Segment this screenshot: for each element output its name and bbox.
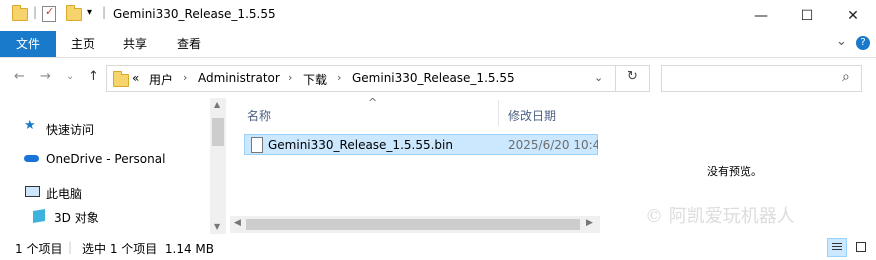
recent-locations-button[interactable]: ⌄ — [66, 71, 74, 82]
title-bar: | ✓ ▾ | Gemini330_Release_1.5.55 — ☐ ✕ — [0, 0, 876, 31]
cube-icon — [33, 208, 45, 224]
tab-file[interactable]: 文件 — [0, 31, 56, 57]
file-icon — [251, 137, 263, 153]
minimize-button[interactable]: — — [738, 0, 784, 31]
scroll-left-icon[interactable]: ◀ — [234, 218, 241, 228]
table-row[interactable]: Gemini330_Release_1.5.55.bin 2025/6/20 1… — [244, 134, 598, 155]
close-button[interactable]: ✕ — [830, 0, 876, 31]
help-icon[interactable]: ? — [856, 36, 870, 50]
toolbar-divider: | — [33, 5, 38, 19]
forward-button[interactable]: → — [40, 69, 51, 84]
nav-item-label: 快速访问 — [46, 123, 95, 137]
search-input[interactable]: ⌕ — [661, 65, 862, 92]
selection-info: 选中 1 个项目 1.14 MB — [82, 242, 215, 256]
file-date: 2025/6/20 10:40 — [508, 138, 598, 152]
large-icons-view-button[interactable] — [852, 238, 872, 257]
navigation-bar: ← → ⌄ ↑ « 用户 › Administrator › 下载 › Gemi… — [0, 58, 876, 98]
column-header-date[interactable]: 修改日期 — [508, 107, 556, 124]
address-bar[interactable]: « 用户 › Administrator › 下载 › Gemini330_Re… — [106, 65, 650, 92]
horizontal-scrollbar[interactable]: ◀ ▶ — [230, 216, 600, 233]
breadcrumb-users[interactable]: 用户 — [149, 71, 173, 88]
scroll-right-icon[interactable]: ▶ — [586, 218, 593, 228]
scroll-up-icon[interactable]: ▲ — [214, 100, 220, 109]
preview-pane: 没有预览。 © 阿凯爱玩机器人 — [600, 98, 876, 234]
tab-view[interactable]: 查看 — [166, 31, 212, 57]
scrollbar-thumb[interactable] — [212, 118, 224, 146]
window-title: Gemini330_Release_1.5.55 — [113, 7, 276, 21]
sort-ascending-icon: ^ — [368, 96, 378, 109]
ribbon-tabs: 文件 主页 共享 查看 ⌄ ? — [0, 31, 876, 58]
maximize-button[interactable]: ☐ — [784, 0, 830, 31]
status-divider: | — [68, 240, 73, 254]
column-divider[interactable] — [498, 100, 499, 126]
file-name: Gemini330_Release_1.5.55.bin — [268, 138, 453, 152]
nav-item-label: 此电脑 — [46, 187, 83, 201]
breadcrumb-downloads[interactable]: 下载 — [303, 71, 327, 88]
scrollbar-thumb[interactable] — [246, 219, 580, 230]
cloud-icon — [24, 155, 39, 162]
file-list: ^ 名称 修改日期 Gemini330_Release_1.5.55.bin 2… — [230, 96, 600, 234]
breadcrumb-overflow[interactable]: « — [132, 71, 139, 85]
toolbar-divider: | — [102, 5, 107, 19]
breadcrumb-separator[interactable]: › — [337, 71, 341, 84]
navpane-scrollbar[interactable]: ▲ ▼ — [210, 98, 226, 234]
column-header-name[interactable]: 名称 — [247, 107, 271, 124]
breadcrumb-current-folder[interactable]: Gemini330_Release_1.5.55 — [352, 71, 515, 85]
folder-icon — [12, 5, 28, 21]
customize-toolbar-icon[interactable]: ▾ — [87, 7, 92, 18]
no-preview-text: 没有预览。 — [707, 165, 762, 178]
nav-item-label: 3D 对象 — [54, 211, 99, 225]
nav-item-label: OneDrive - Personal — [46, 152, 166, 166]
folder-icon — [113, 71, 129, 87]
address-dropdown-icon[interactable]: ⌄ — [594, 71, 603, 84]
search-icon[interactable]: ⌕ — [842, 69, 850, 85]
star-icon: ★ — [24, 118, 36, 133]
large-icons-view-icon — [856, 242, 866, 252]
watermark: © 阿凯爱玩机器人 — [645, 206, 795, 227]
scroll-down-icon[interactable]: ▼ — [214, 222, 220, 231]
up-button[interactable]: ↑ — [88, 69, 99, 84]
breadcrumb-separator[interactable]: › — [183, 71, 187, 84]
navigation-pane: ★ 快速访问 OneDrive - Personal 此电脑 3D 对象 视频 … — [0, 98, 226, 234]
breadcrumb-administrator[interactable]: Administrator — [198, 71, 280, 85]
details-view-button[interactable] — [827, 238, 847, 257]
status-bar: 1 个项目 | 选中 1 个项目 1.14 MB — [0, 236, 876, 260]
breadcrumb-separator[interactable]: › — [288, 71, 292, 84]
pc-icon — [25, 186, 40, 197]
tab-home[interactable]: 主页 — [60, 31, 106, 57]
new-folder-icon[interactable] — [66, 5, 82, 21]
ribbon-expand-icon[interactable]: ⌄ — [836, 34, 847, 49]
details-view-icon — [832, 243, 842, 244]
refresh-button[interactable]: ↻ — [627, 69, 638, 84]
tab-share[interactable]: 共享 — [112, 31, 158, 57]
back-button[interactable]: ← — [14, 69, 25, 84]
properties-icon[interactable]: ✓ — [42, 5, 56, 22]
divider — [615, 66, 616, 91]
item-count: 1 个项目 — [15, 242, 63, 256]
